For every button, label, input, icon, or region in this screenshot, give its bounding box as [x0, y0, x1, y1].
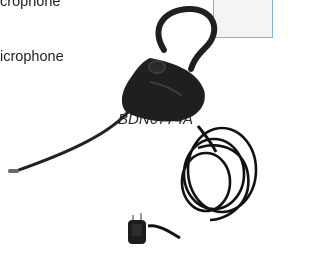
connector-plug [128, 213, 181, 244]
coiled-cable [180, 126, 258, 222]
boom-microphone [14, 110, 130, 173]
ear-bud-icon [148, 60, 166, 74]
ear-microphone-headset-image [8, 5, 258, 244]
ear-hook [155, 5, 218, 72]
